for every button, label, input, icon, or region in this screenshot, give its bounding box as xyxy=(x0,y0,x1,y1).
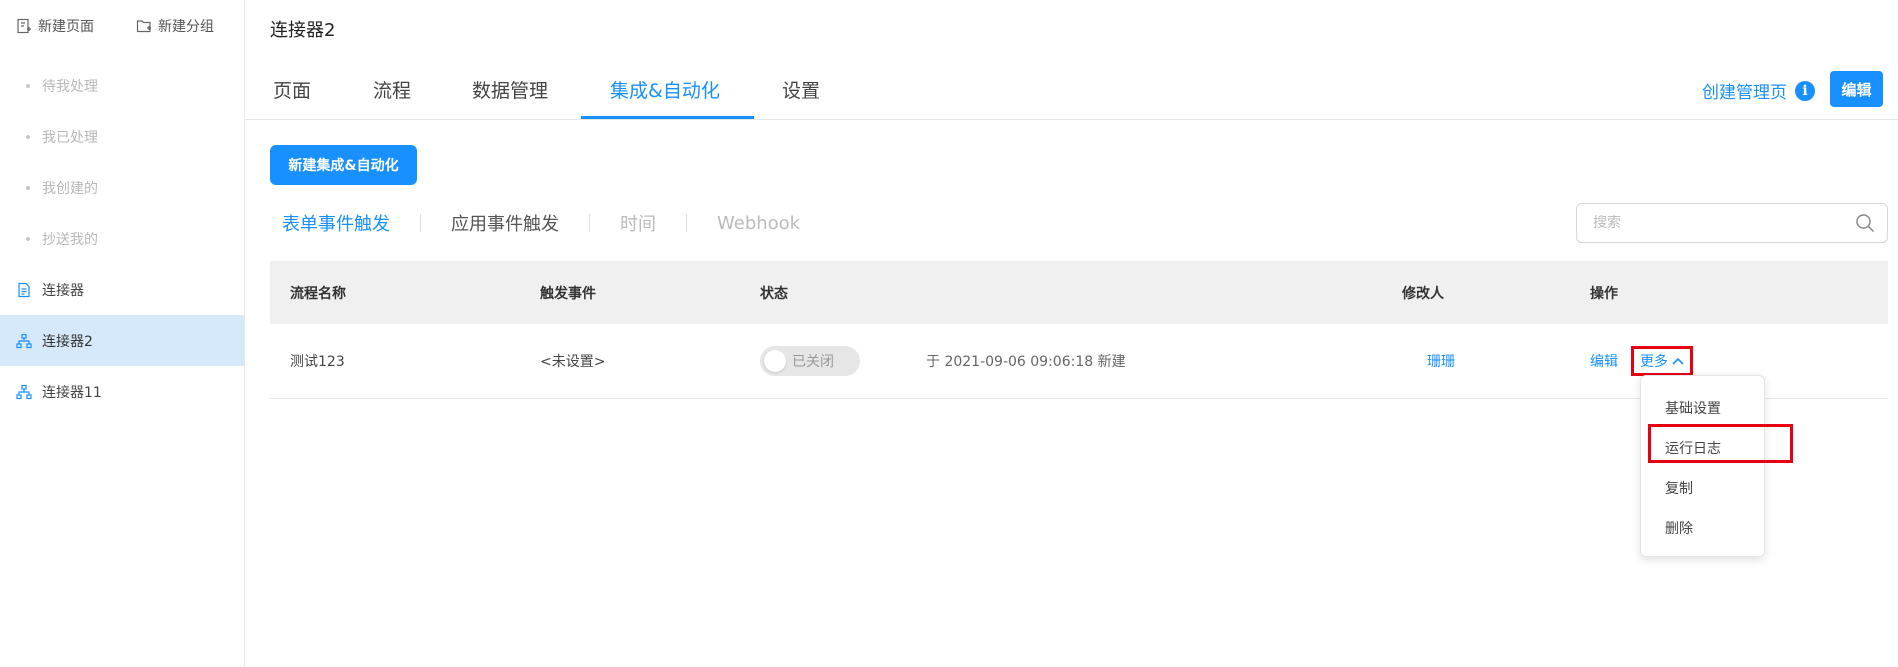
new-integration-button[interactable]: 新建集成&自动化 xyxy=(270,145,417,185)
tab-pages[interactable]: 页面 xyxy=(273,76,311,103)
status-toggle[interactable]: 已关闭 xyxy=(760,346,860,376)
status-label: 已关闭 xyxy=(792,354,834,370)
subtab-time[interactable]: 时间 xyxy=(620,210,656,236)
tab-settings[interactable]: 设置 xyxy=(782,76,820,103)
new-group-label: 新建分组 xyxy=(158,19,214,35)
flow-name: 测试123 xyxy=(290,354,345,370)
main-panel: 连接器2 页面 流程 数据管理 集成&自动化 设置 创建管理页 i 编辑 新建集… xyxy=(245,0,1898,667)
bullet-icon xyxy=(26,236,30,241)
sidebar-item-connector11[interactable]: 连接器11 xyxy=(0,366,244,417)
chevron-up-icon xyxy=(1672,357,1684,365)
flow-icon xyxy=(16,333,32,349)
trigger-type-tabs: 表单事件触发 应用事件触发 时间 Webhook xyxy=(282,210,800,236)
create-admin-label: 创建管理页 xyxy=(1702,83,1787,103)
sidebar-item-pending[interactable]: 待我处理 xyxy=(0,60,244,111)
created-time: 于 2021-09-06 09:06:18 新建 xyxy=(926,354,1126,370)
bullet-icon xyxy=(26,185,30,190)
menu-item-basic-settings[interactable]: 基础设置 xyxy=(1641,388,1764,428)
tab-integration-automation[interactable]: 集成&自动化 xyxy=(610,76,720,103)
tab-flow[interactable]: 流程 xyxy=(373,76,411,103)
sidebar-item-label: 连接器 xyxy=(42,282,84,299)
new-page-icon xyxy=(17,18,31,34)
divider xyxy=(420,214,421,232)
new-folder-icon xyxy=(136,20,151,33)
sidebar-list: 待我处理 我已处理 我创建的 抄送我的 连接器 连接器2 连接器11 xyxy=(0,60,244,417)
sidebar-item-processed[interactable]: 我已处理 xyxy=(0,111,244,162)
subtab-app-event[interactable]: 应用事件触发 xyxy=(451,210,559,236)
bullet-icon xyxy=(26,83,30,88)
sidebar-item-connector2[interactable]: 连接器2 xyxy=(0,315,244,366)
new-page-button[interactable]: 新建页面 xyxy=(16,16,94,36)
more-actions-menu: 基础设置 运行日志 复制 删除 xyxy=(1640,375,1765,557)
flow-icon xyxy=(16,384,32,400)
menu-item-copy[interactable]: 复制 xyxy=(1641,468,1764,508)
divider xyxy=(589,214,590,232)
sidebar: 新建页面 新建分组 待我处理 我已处理 我创建的 抄送我的 连接器 连接器2 连… xyxy=(0,0,245,667)
modifier-link[interactable]: 珊珊 xyxy=(1427,351,1455,371)
sidebar-item-label: 待我处理 xyxy=(42,78,98,95)
search-icon[interactable] xyxy=(1855,213,1875,233)
more-label: 更多 xyxy=(1640,354,1668,370)
column-header-name: 流程名称 xyxy=(290,285,346,302)
create-admin-page-link[interactable]: 创建管理页 i xyxy=(1702,78,1815,103)
more-actions-button[interactable]: 更多 xyxy=(1631,346,1693,376)
sidebar-item-label: 我已处理 xyxy=(42,129,98,146)
search-box xyxy=(1576,203,1888,243)
divider xyxy=(686,214,687,232)
edit-button[interactable]: 编辑 xyxy=(1830,71,1883,107)
table-header: 流程名称 触发事件 状态 修改人 操作 xyxy=(270,261,1888,324)
column-header-modifier: 修改人 xyxy=(1402,285,1444,302)
toggle-knob xyxy=(764,350,786,372)
info-icon[interactable]: i xyxy=(1795,80,1815,101)
active-tab-indicator xyxy=(581,116,754,119)
menu-item-run-log[interactable]: 运行日志 xyxy=(1641,428,1764,468)
sidebar-toolbar: 新建页面 新建分组 xyxy=(0,0,244,52)
column-header-actions: 操作 xyxy=(1590,285,1618,302)
sidebar-item-label: 连接器2 xyxy=(42,333,93,350)
document-icon xyxy=(16,282,32,298)
trigger-event: <未设置> xyxy=(540,354,606,370)
new-page-label: 新建页面 xyxy=(38,19,94,35)
sidebar-item-created[interactable]: 我创建的 xyxy=(0,162,244,213)
sidebar-item-connector[interactable]: 连接器 xyxy=(0,264,244,315)
sidebar-item-label: 连接器11 xyxy=(42,384,102,401)
subtab-webhook[interactable]: Webhook xyxy=(717,213,800,234)
page-title: 连接器2 xyxy=(270,20,336,41)
sidebar-item-cc[interactable]: 抄送我的 xyxy=(0,213,244,264)
tab-bar: 页面 流程 数据管理 集成&自动化 设置 创建管理页 i 编辑 xyxy=(245,60,1898,120)
subtab-form-event[interactable]: 表单事件触发 xyxy=(282,210,390,236)
search-input[interactable] xyxy=(1593,215,1855,231)
sidebar-item-label: 抄送我的 xyxy=(42,231,98,248)
new-group-button[interactable]: 新建分组 xyxy=(136,16,214,36)
row-edit-link[interactable]: 编辑 xyxy=(1590,351,1618,371)
bullet-icon xyxy=(26,134,30,139)
menu-item-delete[interactable]: 删除 xyxy=(1641,508,1764,548)
sidebar-item-label: 我创建的 xyxy=(42,180,98,197)
column-header-status: 状态 xyxy=(760,285,788,302)
column-header-trigger: 触发事件 xyxy=(540,285,596,302)
tab-data-management[interactable]: 数据管理 xyxy=(472,76,548,103)
